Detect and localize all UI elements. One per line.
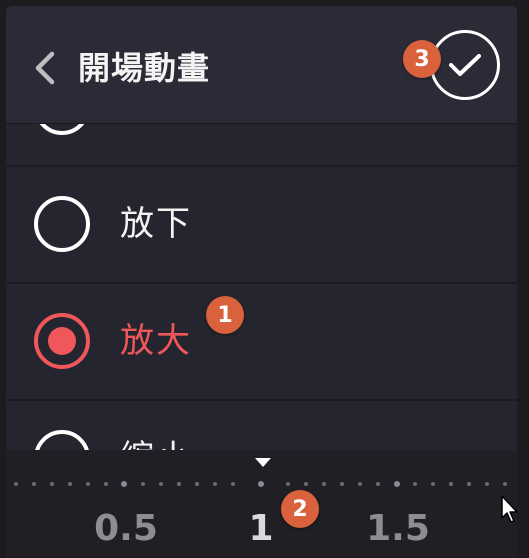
scrubber-major-tick <box>394 481 400 487</box>
scrubber-tick <box>14 482 18 486</box>
scrubber-tick <box>431 482 435 486</box>
header-bar: 開場動畫 3 <box>6 6 517 124</box>
option-label: 放大 <box>120 321 192 361</box>
scrubber-tick <box>32 482 36 486</box>
scrubber-tick <box>449 482 453 486</box>
animation-settings-panel: 開場動畫 3 放下 放大 1 縮小 0.5 1 1.5 <box>6 6 517 558</box>
scrubber-tick <box>376 482 380 486</box>
scrubber-tick <box>340 482 344 486</box>
scrubber-label: 0.5 <box>94 508 158 549</box>
back-button[interactable] <box>30 48 60 88</box>
page-title: 開場動畫 <box>78 49 211 87</box>
mouse-cursor-icon <box>501 495 518 523</box>
radio-button[interactable] <box>34 196 90 252</box>
annotation-badge-2: 2 <box>281 490 319 528</box>
chevron-left-icon <box>35 51 55 85</box>
radio-button[interactable] <box>34 430 90 450</box>
scrubber-tick <box>141 482 145 486</box>
scrubber-tick <box>467 482 471 486</box>
scrubber-tick <box>413 482 417 486</box>
option-label: 縮小 <box>120 433 192 450</box>
option-label: 放下 <box>120 204 192 244</box>
scrubber-tick <box>358 482 362 486</box>
scrubber-tick <box>159 482 163 486</box>
radio-button[interactable] <box>34 124 90 135</box>
scrubber-tick <box>50 482 54 486</box>
radio-button-selected[interactable] <box>34 313 90 369</box>
list-item-zoom-out[interactable]: 縮小 <box>6 401 517 450</box>
list-item-option[interactable] <box>6 124 517 167</box>
scrubber-tick <box>485 482 489 486</box>
scrubber-tick <box>213 482 217 486</box>
scrubber-tick <box>195 482 199 486</box>
speed-scrubber[interactable]: 0.5 1 1.5 2 <box>6 450 517 558</box>
scrubber-tick <box>286 482 290 486</box>
scrubber-tick <box>104 482 108 486</box>
annotation-badge-1: 1 <box>206 296 244 334</box>
scrubber-major-tick <box>121 481 127 487</box>
scrubber-major-tick <box>258 481 264 487</box>
scrubber-tick <box>322 482 326 486</box>
scrubber-tick <box>86 482 90 486</box>
caret-down-icon <box>255 458 271 467</box>
check-icon <box>449 54 481 76</box>
scrubber-label: 1.5 <box>366 508 430 549</box>
scrubber-tick <box>503 482 507 486</box>
scrubber-tick <box>231 482 235 486</box>
list-item-drop[interactable]: 放下 <box>6 167 517 284</box>
animation-option-list: 放下 放大 1 縮小 <box>6 124 517 450</box>
annotation-badge-3: 3 <box>403 40 441 78</box>
confirm-button[interactable] <box>430 30 500 100</box>
scrubber-tick <box>177 482 181 486</box>
scrubber-tick <box>68 482 72 486</box>
list-item-zoom-in[interactable]: 放大 1 <box>6 284 517 401</box>
scrubber-tick <box>304 482 308 486</box>
